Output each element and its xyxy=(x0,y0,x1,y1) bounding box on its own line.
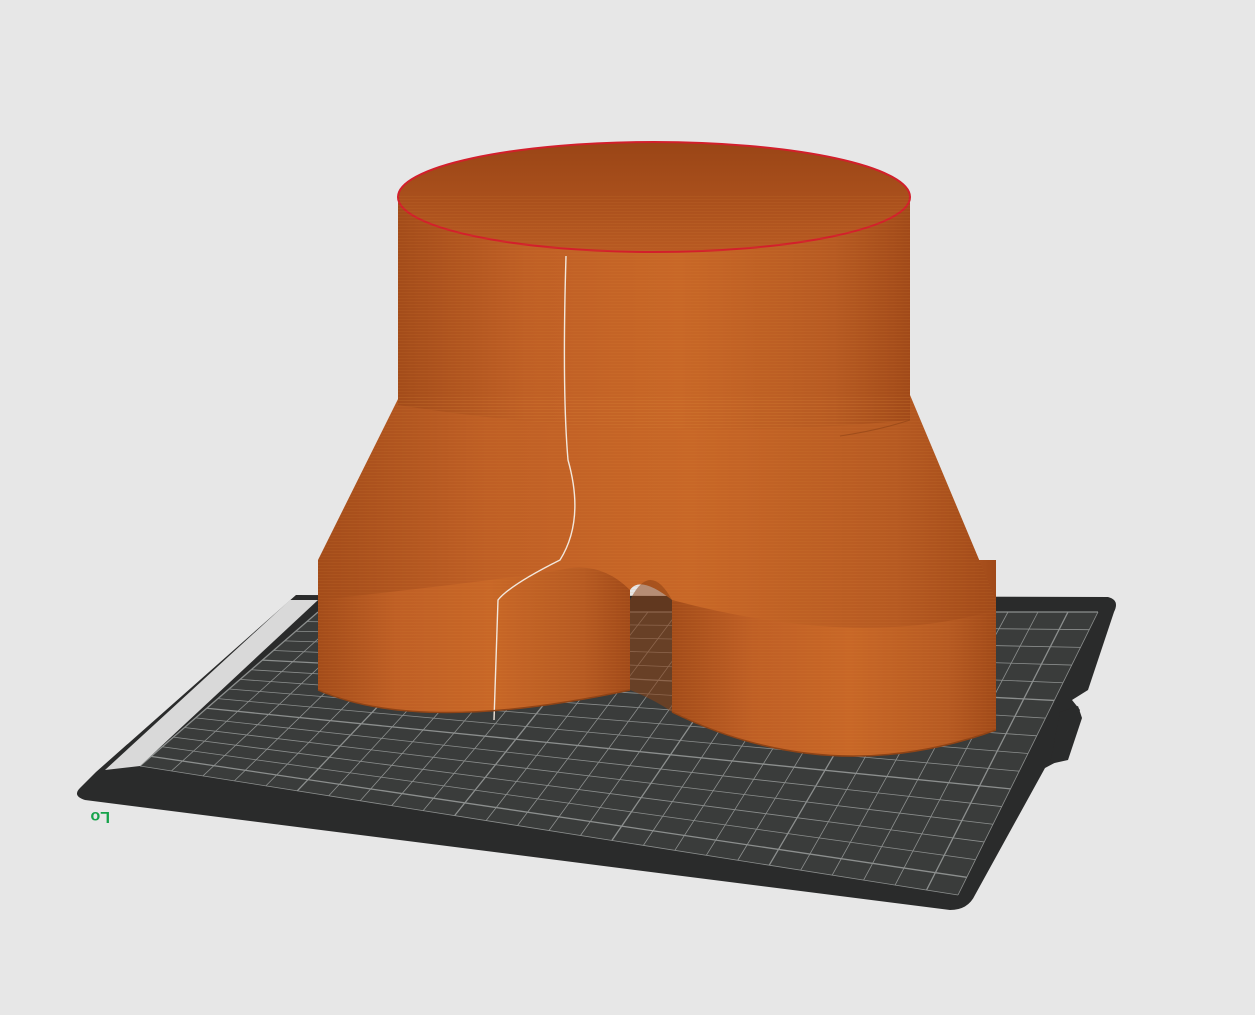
origin-label: Lo xyxy=(90,808,110,825)
y-splitter-model[interactable] xyxy=(317,141,997,757)
3d-viewport[interactable]: Lo xyxy=(0,0,1255,1015)
3d-scene[interactable]: Lo xyxy=(0,0,1255,1015)
